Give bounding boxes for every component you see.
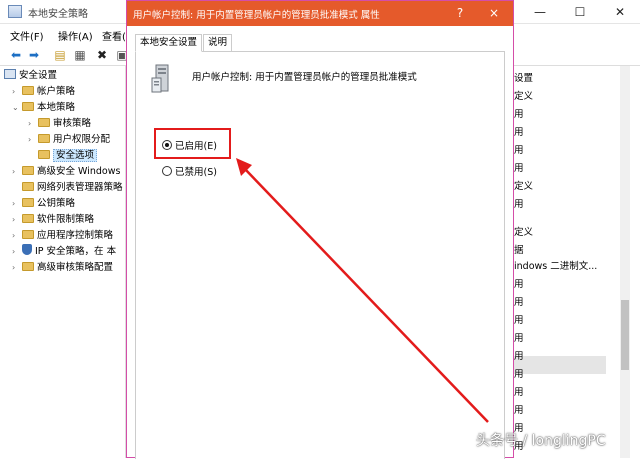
chevron-right-icon[interactable]: › [12, 244, 22, 260]
list-item[interactable]: 用 [514, 384, 524, 402]
list-item[interactable]: 用 [514, 196, 524, 214]
folder-icon [38, 134, 50, 143]
menu-action[interactable]: 操作(A) [58, 28, 93, 43]
list-item[interactable]: 定义 [514, 224, 533, 242]
list-highlight [514, 356, 606, 374]
tree-item-network-list[interactable]: 网络列表管理器策略 [12, 180, 123, 196]
list-item[interactable]: 用 [514, 330, 524, 348]
list-item[interactable]: 定义 [514, 178, 533, 196]
tree-item-advanced-audit[interactable]: › 高级审核策略配置 [12, 260, 113, 276]
tree-item-security-settings[interactable]: 安全设置 [4, 68, 57, 84]
dialog-title: 用户帐户控制: 用于内置管理员帐户的管理员批准模式 属性 [133, 10, 380, 21]
minimize-button[interactable]: — [520, 0, 560, 24]
help-button[interactable]: ? [449, 4, 471, 22]
forward-arrow-icon[interactable]: ➡ [26, 47, 42, 63]
radio-unchecked-icon[interactable] [162, 166, 172, 176]
list-item[interactable]: 用 [514, 294, 524, 312]
properties-dialog: 用户帐户控制: 用于内置管理员帐户的管理员批准模式 属性 ? × 本地安全设置 … [126, 0, 514, 459]
up-folder-icon[interactable]: ▤ [52, 47, 68, 63]
tree-item-software-restriction[interactable]: › 软件限制策略 [12, 212, 94, 228]
tree-item-ip-security[interactable]: › IP 安全策略，在 本 [12, 244, 116, 260]
list-item[interactable]: 用 [514, 366, 524, 384]
list-item[interactable]: 定义 [514, 88, 533, 106]
chevron-right-icon[interactable]: › [12, 196, 22, 212]
dialog-close-button[interactable]: × [483, 4, 505, 22]
menu-view[interactable]: 查看( [102, 28, 126, 43]
folder-icon [22, 198, 34, 207]
list-item[interactable]: 用 [514, 106, 524, 124]
chevron-down-icon[interactable]: ⌄ [12, 100, 22, 116]
chevron-right-icon[interactable]: › [12, 84, 22, 100]
list-item[interactable]: 用 [514, 276, 524, 294]
folder-icon [22, 86, 34, 95]
tree-item-audit-policy[interactable]: › 审核策略 [28, 116, 91, 132]
folder-icon [38, 150, 50, 159]
folder-icon [38, 118, 50, 127]
menu-file[interactable]: 文件(F) [10, 28, 44, 43]
tree-item-account-policies[interactable]: › 帐户策略 [12, 84, 75, 100]
vertical-scrollbar[interactable] [620, 66, 630, 458]
watermark: 头条号 / longlingPC [476, 433, 606, 449]
chevron-right-icon[interactable]: › [28, 116, 38, 132]
folder-icon [22, 230, 34, 239]
window-controls: — ☐ ✕ [520, 0, 640, 24]
list-item[interactable]: 用 [514, 312, 524, 330]
list-item[interactable]: 用 [514, 124, 524, 142]
folder-icon [22, 102, 34, 111]
tab-local-security-setting[interactable]: 本地安全设置 [135, 34, 203, 52]
show-tree-icon[interactable]: ▦ [72, 47, 88, 63]
annotation-highlight-box [154, 128, 231, 159]
ip-security-icon [22, 244, 32, 255]
radio-disabled-label: 已禁用(S) [175, 167, 217, 178]
tree-item-app-control[interactable]: › 应用程序控制策略 [12, 228, 113, 244]
dialog-titlebar: 用户帐户控制: 用于内置管理员帐户的管理员批准模式 属性 ? × [127, 1, 513, 26]
list-item[interactable]: indows 二进制文... [514, 258, 597, 276]
chevron-right-icon[interactable]: › [12, 260, 22, 276]
list-item[interactable]: 设置 [514, 70, 533, 88]
policy-name: 用户帐户控制: 用于内置管理员帐户的管理员批准模式 [192, 72, 417, 83]
policy-server-icon [151, 64, 169, 93]
radio-disabled[interactable]: 已禁用(S) [162, 165, 217, 181]
window-close-button[interactable]: ✕ [600, 0, 640, 24]
tab-panel: 用户帐户控制: 用于内置管理员帐户的管理员批准模式 已启用(E) 已禁用(S) [135, 51, 505, 459]
window-title: 本地安全策略 [28, 9, 88, 20]
chevron-right-icon[interactable]: › [12, 164, 22, 180]
delete-icon[interactable]: ✖ [94, 47, 110, 63]
chevron-right-icon[interactable]: › [12, 228, 22, 244]
list-item[interactable]: 用 [514, 142, 524, 160]
back-arrow-icon[interactable]: ⬅ [8, 47, 24, 63]
list-item[interactable]: 用 [514, 160, 524, 178]
folder-icon [22, 166, 34, 175]
security-policy-icon [8, 5, 22, 18]
chevron-right-icon[interactable]: › [28, 132, 38, 148]
folder-icon [22, 262, 34, 271]
tree-item-public-key[interactable]: › 公钥策略 [12, 196, 75, 212]
list-item[interactable]: 用 [514, 402, 524, 420]
console-tree: 安全设置 › 帐户策略 ⌄ 本地策略 › 审核策略 › 用户权限分配 安全选项 › 高级安… [0, 66, 126, 458]
list-item[interactable]: 用 [514, 348, 524, 366]
tab-explain[interactable]: 说明 [203, 34, 233, 52]
security-settings-icon [4, 69, 16, 79]
tree-item-local-policies[interactable]: ⌄ 本地策略 [12, 100, 75, 116]
chevron-right-icon[interactable]: › [12, 212, 22, 228]
tree-item-security-options[interactable]: 安全选项 [28, 148, 98, 164]
folder-icon [22, 214, 34, 223]
folder-icon [22, 182, 34, 191]
scrollbar-thumb[interactable] [621, 300, 629, 370]
tree-item-user-rights[interactable]: › 用户权限分配 [28, 132, 110, 148]
tree-item-windows-firewall[interactable]: › 高级安全 Windows [12, 164, 120, 180]
maximize-button[interactable]: ☐ [560, 0, 600, 24]
